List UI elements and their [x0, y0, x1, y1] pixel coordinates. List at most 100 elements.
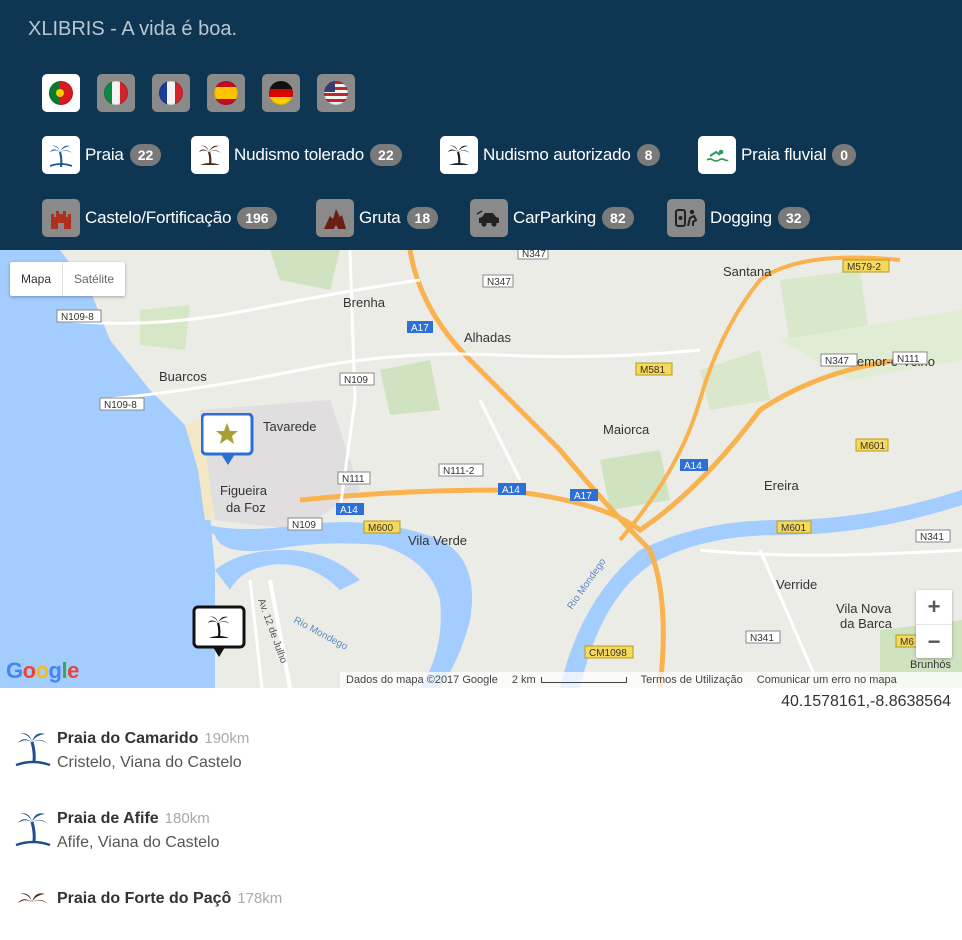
swimmer-icon	[698, 136, 736, 174]
svg-text:A14: A14	[502, 485, 520, 496]
svg-text:A17: A17	[411, 323, 429, 334]
svg-text:N109-8: N109-8	[104, 400, 137, 411]
place-label: Tavarede	[263, 419, 316, 434]
category-label: Praia fluvial	[741, 145, 827, 164]
dogging-icon	[667, 199, 705, 237]
language-button-us[interactable]	[317, 74, 355, 112]
report-error-link[interactable]: Comunicar um erro no mapa	[757, 674, 897, 686]
item-distance: 178km	[237, 890, 283, 907]
place-label: Vila Verde	[408, 533, 467, 548]
category-count-badge: 22	[129, 144, 162, 166]
svg-text:N109-8: N109-8	[61, 312, 94, 323]
flag-usa-icon	[324, 81, 348, 105]
item-name: Praia de Afife 180km	[57, 810, 210, 827]
google-logo[interactable]: Google	[6, 658, 79, 684]
category-praia-fluvial[interactable]: Praia fluvial 0	[698, 136, 857, 174]
language-button-pt[interactable]	[42, 74, 80, 112]
place-label: Vila Nova	[836, 601, 892, 616]
item-name: Praia do Camarido 190km	[57, 730, 250, 747]
category-count-badge: 22	[370, 144, 402, 166]
palm-island-icon	[191, 136, 229, 174]
place-label: Figueira	[220, 483, 268, 498]
item-name: Praia do Forte do Paçô 178km	[57, 890, 283, 907]
svg-text:N341: N341	[920, 532, 944, 543]
language-button-es[interactable]	[207, 74, 245, 112]
category-label: Castelo/Fortificação	[85, 208, 232, 227]
palm-beach-icon	[14, 728, 52, 768]
cave-icon	[316, 199, 354, 237]
svg-text:N341: N341	[750, 633, 774, 644]
svg-text:M581: M581	[640, 365, 665, 376]
place-label: da Barca	[840, 616, 893, 631]
svg-text:CM1098: CM1098	[589, 648, 627, 659]
svg-text:N347: N347	[487, 277, 511, 288]
category-praia[interactable]: Praia 22	[42, 136, 162, 174]
category-filters-row-2: Castelo/Fortificação 196 Gruta 18 CarPar…	[42, 199, 942, 237]
palm-island-icon	[14, 888, 52, 928]
zoom-out-button[interactable]: −	[916, 624, 952, 658]
category-label: Nudismo autorizado	[483, 145, 631, 164]
svg-text:A14: A14	[684, 461, 702, 472]
language-button-de[interactable]	[262, 74, 300, 112]
svg-text:M601: M601	[860, 441, 885, 452]
castle-icon	[42, 199, 80, 237]
item-distance: 190km	[204, 730, 250, 747]
category-label: Praia	[85, 145, 124, 164]
list-item[interactable]: Praia de Afife 180km Afife, Viana do Cast…	[14, 800, 914, 860]
language-selector	[42, 74, 355, 112]
terms-link[interactable]: Termos de Utilização	[641, 674, 743, 686]
beach-marker[interactable]	[192, 605, 248, 666]
list-item[interactable]: Praia do Camarido 190km Cristelo, Viana d…	[14, 720, 914, 780]
language-button-it[interactable]	[97, 74, 135, 112]
language-button-fr[interactable]	[152, 74, 190, 112]
flag-germany-icon	[269, 81, 293, 105]
map-footer: Dados do mapa ©2017 Google 2 km Termos d…	[340, 672, 962, 688]
place-label: Santana	[723, 264, 772, 279]
palm-island-icon	[440, 136, 478, 174]
svg-text:A17: A17	[574, 491, 592, 502]
map-type-map-button[interactable]: Mapa	[10, 262, 62, 296]
item-location: Cristelo, Viana do Castelo	[57, 754, 242, 771]
map-tiles[interactable]: Santana Brenha Alhadas Buarcos Montemor-…	[0, 250, 962, 688]
list-item[interactable]: Praia do Forte do Paçô 178km	[14, 880, 914, 940]
zoom-control: + −	[916, 590, 952, 658]
category-castelo[interactable]: Castelo/Fortificação 196	[42, 199, 277, 237]
map-view[interactable]: Santana Brenha Alhadas Buarcos Montemor-…	[0, 250, 962, 688]
map-type-control: Mapa Satélite	[10, 262, 126, 296]
flag-italy-icon	[104, 81, 128, 105]
category-nudismo-tolerado[interactable]: Nudismo tolerado 22	[191, 136, 402, 174]
place-label: Alhadas	[464, 330, 511, 345]
place-label: Brenha	[343, 295, 386, 310]
category-count-badge: 196	[237, 207, 277, 229]
category-filters-row-1: Praia 22 Nudismo tolerado 22 Nudismo aut…	[42, 136, 942, 174]
category-gruta[interactable]: Gruta 18	[316, 199, 439, 237]
place-label: da Foz	[226, 500, 266, 515]
svg-text:N111: N111	[897, 354, 920, 365]
category-nudismo-autorizado[interactable]: Nudismo autorizado 8	[440, 136, 661, 174]
zoom-in-button[interactable]: +	[916, 590, 952, 624]
place-label: Verride	[776, 577, 817, 592]
svg-text:M579-2: M579-2	[847, 262, 881, 273]
flag-portugal-icon	[49, 81, 73, 105]
palm-beach-icon	[42, 136, 80, 174]
current-location-marker[interactable]	[200, 412, 255, 476]
svg-text:N109: N109	[292, 520, 316, 531]
item-location: Afife, Viana do Castelo	[57, 834, 220, 851]
map-type-satellite-button[interactable]: Satélite	[62, 262, 125, 296]
category-count-badge: 82	[602, 207, 634, 229]
svg-text:N347: N347	[522, 250, 546, 260]
map-data-attribution: Dados do mapa ©2017 Google	[346, 674, 498, 686]
palm-beach-icon	[14, 808, 52, 848]
category-carparking[interactable]: CarParking 82	[470, 199, 634, 237]
category-dogging[interactable]: Dogging 32	[667, 199, 810, 237]
svg-text:M600: M600	[368, 523, 393, 534]
coordinates-readout: 40.1578161,-8.8638564	[781, 693, 951, 710]
flag-spain-icon	[214, 81, 238, 105]
app-title: XLIBRIS - A vida é boa.	[28, 18, 238, 40]
map-scale[interactable]: 2 km	[512, 674, 627, 686]
svg-text:M601: M601	[781, 523, 806, 534]
category-count-badge: 18	[406, 207, 439, 229]
place-label: Brunhós	[910, 659, 951, 671]
svg-text:N111-2: N111-2	[443, 466, 475, 477]
category-label: CarParking	[513, 208, 597, 227]
